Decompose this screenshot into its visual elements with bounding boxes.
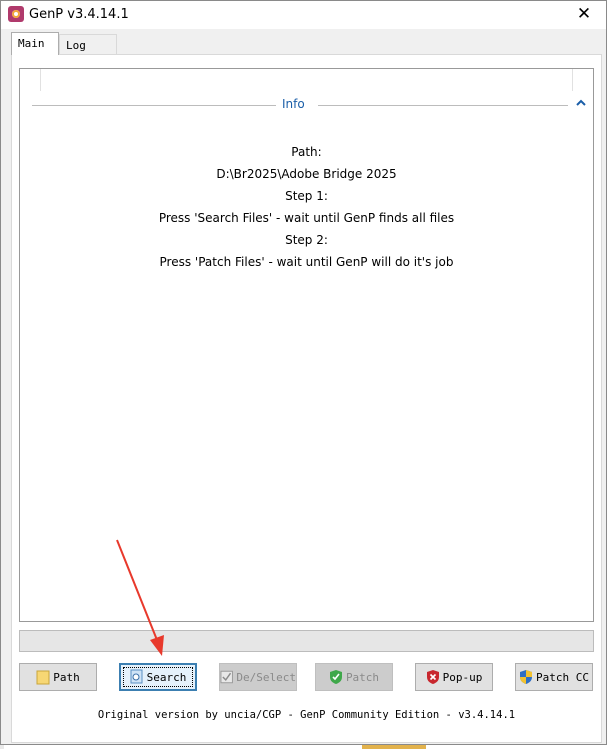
main-tab-panel: Info Path: D:\Br2025\Adobe Bridge 2025 S…: [11, 54, 602, 743]
taskbar-accent: [362, 745, 426, 749]
patch-button[interactable]: Patch: [315, 663, 393, 691]
close-button[interactable]: ✕: [562, 1, 606, 29]
info-group-title: Info: [282, 97, 305, 111]
patch-button-label: Patch: [345, 670, 380, 684]
checklist-icon: [220, 670, 233, 684]
info-line: D:\Br2025\Adobe Bridge 2025: [216, 167, 397, 181]
tab-main[interactable]: Main: [11, 32, 59, 55]
app-icon: [8, 6, 24, 22]
search-button-label: Search: [146, 670, 187, 684]
divider: [572, 69, 573, 91]
info-line: Press 'Search Files' - wait until GenP f…: [158, 211, 455, 225]
chevron-up-icon[interactable]: [575, 97, 587, 109]
patch-cc-button[interactable]: Patch CC: [515, 663, 593, 691]
deselect-button[interactable]: De/Select: [219, 663, 297, 691]
divider: [40, 69, 41, 91]
info-list-box[interactable]: Info Path: D:\Br2025\Adobe Bridge 2025 S…: [19, 68, 594, 622]
divider: [318, 105, 568, 106]
search-file-icon: [130, 669, 143, 684]
popup-button-label: Pop-up: [442, 670, 483, 684]
popup-button[interactable]: Pop-up: [415, 663, 493, 691]
progress-bar: [19, 630, 594, 652]
title-bar: GenP v3.4.14.1 ✕: [1, 1, 606, 29]
info-line: Press 'Patch Files' - wait until GenP wi…: [159, 255, 454, 269]
info-line: Path:: [291, 145, 322, 159]
folder-icon: [36, 670, 50, 685]
window-title: GenP v3.4.14.1: [29, 7, 129, 22]
info-line: Step 1:: [285, 189, 328, 203]
search-button[interactable]: Search: [119, 663, 197, 691]
shield-check-icon: [329, 670, 342, 684]
genp-window: GenP v3.4.14.1 ✕ Main Log Info Path: D:\…: [0, 0, 607, 745]
patch-cc-button-label: Patch CC: [536, 670, 589, 684]
uac-shield-icon: [520, 670, 532, 684]
path-button[interactable]: Path: [19, 663, 97, 691]
path-button-label: Path: [53, 670, 80, 684]
footer-version-text: Original version by uncia/CGP - GenP Com…: [97, 709, 516, 721]
shield-x-icon: [426, 670, 439, 684]
divider: [32, 105, 276, 106]
deselect-button-label: De/Select: [236, 670, 296, 684]
info-line: Step 2:: [285, 233, 328, 247]
info-text-block: Path: D:\Br2025\Adobe Bridge 2025 Step 1…: [20, 141, 593, 273]
tab-log[interactable]: Log: [59, 34, 117, 54]
